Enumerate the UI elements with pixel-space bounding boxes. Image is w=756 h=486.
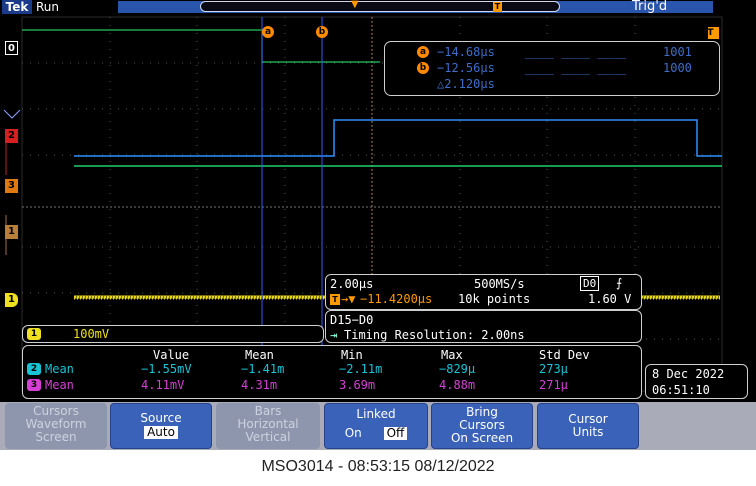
bus-name: D15−D0 xyxy=(330,313,374,327)
meas-min: 3.69m xyxy=(339,378,376,392)
trigger-point-icon: T xyxy=(493,2,502,12)
cursors-mode-button[interactable]: Cursors Waveform Screen xyxy=(5,403,107,449)
ch2-marker[interactable]: 2 xyxy=(5,129,18,143)
bus-readout: D15−D0 ⇥ Timing Resolution: 2.00ns xyxy=(325,310,642,343)
time-scale: 2.00µs xyxy=(330,277,374,291)
ch2-badge: 2 xyxy=(27,363,41,375)
ch1-scale-readout[interactable]: 1 100mV xyxy=(22,325,324,343)
sample-rate: 500MS/s xyxy=(474,277,525,291)
cursor-a-time: −14.68µs xyxy=(437,45,495,59)
bars-button[interactable]: Bars Horizontal Vertical xyxy=(216,403,320,449)
meas-header-value: Value xyxy=(153,348,190,362)
meas-mean: 4.31m xyxy=(241,378,278,392)
time: 06:51:10 xyxy=(652,383,710,397)
ch3-marker[interactable]: 3 xyxy=(5,179,18,193)
ch0-marker[interactable]: 0 xyxy=(5,41,18,55)
meas-stddev: 271µ xyxy=(539,378,568,392)
meas-header-mean: Mean xyxy=(245,348,274,362)
trigger-slope-icon: ⨍ xyxy=(616,276,623,290)
linked-on-option[interactable]: On xyxy=(345,426,362,440)
source-button[interactable]: Source Auto xyxy=(110,403,212,449)
meas-header-min: Min xyxy=(341,348,363,362)
cursor-a-dashes: ____ ____ ____ xyxy=(525,45,627,59)
measurement-panel: Value Mean Min Max Std Dev 2 Mean −1.55m… xyxy=(22,345,642,399)
source-title: Source xyxy=(140,411,182,425)
meas-header-max: Max xyxy=(441,348,463,362)
trigger-arrow-icon: →▼ xyxy=(341,292,356,306)
linked-button[interactable]: Linked On Off xyxy=(324,403,428,449)
ch1-volts-per-div: 100mV xyxy=(73,327,110,341)
acquisition-status: Run xyxy=(36,0,60,14)
cursor-a-label[interactable]: a xyxy=(262,26,274,38)
bring-cursors-button[interactable]: Bring Cursors On Screen xyxy=(431,403,533,449)
waveform-display: 0 2 3 1 1 a b T a −14.68µs ____ ____ ___… xyxy=(0,15,756,402)
trigger-position-icon: ▼ xyxy=(351,0,359,10)
meas-row-name: Mean xyxy=(45,362,74,376)
ch1-badge: 1 xyxy=(27,328,41,340)
cursor-a-value: 1001 xyxy=(663,45,692,59)
horizontal-position: −11.4200µs xyxy=(360,292,433,306)
meas-stddev: 273µ xyxy=(539,362,568,376)
ch1-marker[interactable]: 1 xyxy=(5,293,18,307)
cursor-readout: a −14.68µs ____ ____ ____ 1001 b −12.56µ… xyxy=(384,41,720,96)
meas-value: 4.11mV xyxy=(141,378,185,392)
meas-row-name: Mean xyxy=(45,378,74,392)
record-length: 10k points xyxy=(458,292,531,306)
meas-max: −829µ xyxy=(439,362,476,376)
brand-logo: Tek xyxy=(2,0,32,14)
date: 8 Dec 2022 xyxy=(652,367,725,381)
meas-mean: −1.41m xyxy=(241,362,285,376)
meas-max: 4.88m xyxy=(439,378,476,392)
trigger-level: 1.60 V xyxy=(588,292,632,306)
timing-resolution: Timing Resolution: 2.00ns xyxy=(344,328,525,342)
timing-icon: ⇥ xyxy=(330,328,338,342)
meas-min: −2.11m xyxy=(339,362,383,376)
meas-header-stddev: Std Dev xyxy=(539,348,590,362)
cursor-b-dashes: ____ ____ ____ xyxy=(525,61,627,75)
cursor-b-readout-icon: b xyxy=(417,62,429,74)
cursor-b-time: −12.56µs xyxy=(437,61,495,75)
trigger-point-right-icon: T xyxy=(707,28,714,38)
datetime-readout: 8 Dec 2022 06:51:10 xyxy=(645,364,748,399)
ch1-ref-marker[interactable]: 1 xyxy=(5,225,18,239)
trigger-status: Trig'd xyxy=(632,0,668,14)
trigger-T-icon: T xyxy=(330,294,340,305)
ch3-badge: 3 xyxy=(27,379,41,391)
linked-title: Linked xyxy=(356,407,396,421)
cursor-units-button[interactable]: Cursor Units xyxy=(537,403,639,449)
linked-off-option[interactable]: Off xyxy=(383,427,408,440)
record-view-window[interactable] xyxy=(200,1,560,12)
screenshot-caption: MSO3014 - 08:53:15 08/12/2022 xyxy=(261,458,495,475)
source-value: Auto xyxy=(144,426,178,439)
status-bar: Tek Run ▼ T Trig'd xyxy=(0,0,756,15)
cursor-delta: △2.120µs xyxy=(437,77,495,91)
trigger-source: D0 xyxy=(580,276,600,291)
timebase-readout[interactable]: 2.00µs 500MS/s D0 ⨍ T →▼ −11.4200µs 10k … xyxy=(325,274,642,310)
cursor-b-label[interactable]: b xyxy=(316,26,328,38)
meas-value: −1.55mV xyxy=(141,362,192,376)
cursor-b-value: 1000 xyxy=(663,61,692,75)
cursor-a-readout-icon: a xyxy=(417,46,429,58)
